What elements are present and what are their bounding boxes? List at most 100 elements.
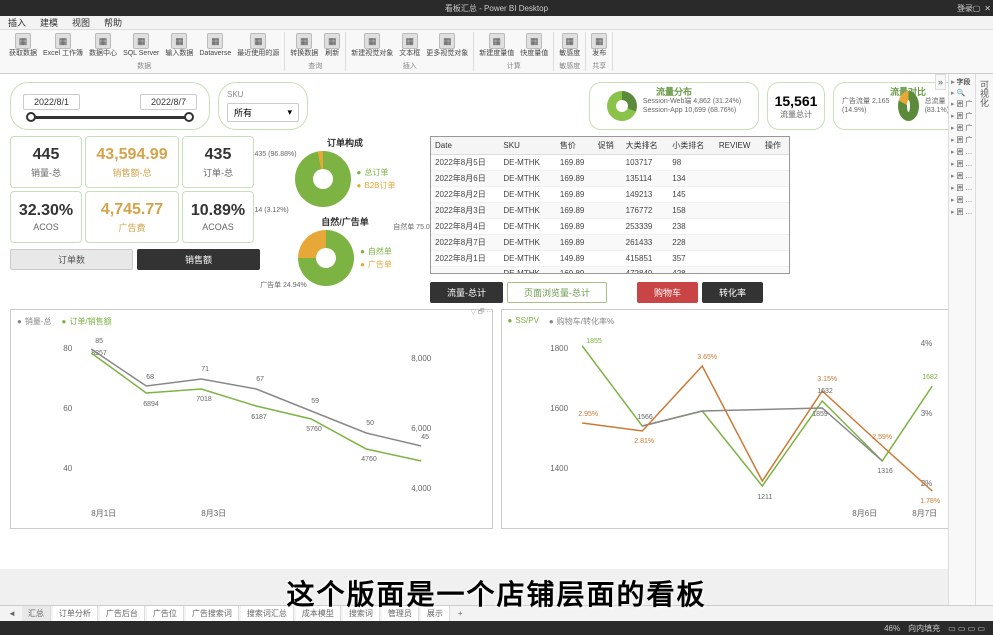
kpi-card: 43,594.99销售额-总 <box>85 136 179 188</box>
traffic-dist-donut <box>607 91 637 121</box>
kpi-grid: 445销量-总43,594.99销售额-总435订单-总32.30%ACOS4,… <box>10 136 260 243</box>
table-row[interactable]: 2022年8月5日DE-MTHK169.8910371798 <box>431 155 789 171</box>
ribbon-button[interactable]: ▦敏感度 <box>558 32 581 58</box>
ribbon-button[interactable]: ▦获取数据 <box>8 32 38 58</box>
field-item[interactable]: 囲 … <box>951 182 973 194</box>
ribbon-group: ▦转换数据▦刷新查询 <box>285 32 346 71</box>
ribbon-button[interactable]: ▦数据中心 <box>88 32 118 58</box>
ribbon-button[interactable]: ▦新建度量值 <box>478 32 515 58</box>
sku-slicer[interactable]: SKU 所有 ▾ <box>218 82 308 130</box>
field-item[interactable]: 囲 广 <box>951 134 973 146</box>
date-range-slicer[interactable]: 2022/8/1 2022/8/7 <box>10 82 210 130</box>
ribbon-group: ▦敏感度敏感度 <box>554 32 586 71</box>
table-header[interactable]: Date <box>431 137 499 155</box>
svg-text:71: 71 <box>201 366 209 373</box>
fit-mode[interactable]: 向内填充 <box>908 623 940 634</box>
field-item[interactable]: 囲 广 <box>951 122 973 134</box>
donut1-chart <box>295 151 351 207</box>
menu-insert[interactable]: 插入 <box>8 16 26 29</box>
field-item[interactable]: 囲 广 <box>951 110 973 122</box>
c1-leg2: 订单/销售额 <box>62 316 112 327</box>
field-item[interactable]: 囲 广 <box>951 98 973 110</box>
field-item[interactable]: 囲 … <box>951 158 973 170</box>
close-button[interactable]: ✕ <box>984 4 991 13</box>
donut1-side2: 14 (3.12%) <box>255 207 289 215</box>
data-table[interactable]: DateSKU售价促销大类排名小类排名REVIEW操作2022年8月5日DE-M… <box>430 136 790 274</box>
seg-cart-btn[interactable]: 购物车 <box>637 282 698 303</box>
seg-conversion-btn[interactable]: 转化率 <box>702 282 763 303</box>
table-header[interactable]: 促销 <box>594 137 622 155</box>
svg-text:4,000: 4,000 <box>411 484 432 493</box>
svg-text:5760: 5760 <box>306 426 322 433</box>
ribbon-button[interactable]: ▦新建视觉对象 <box>350 32 394 58</box>
chart2-svg: 1800 1600 1400 4% 3% 2% 1855 2.95% 1566 … <box>508 331 977 521</box>
ribbon-button[interactable]: ▦刷新 <box>323 32 341 58</box>
ribbon-button[interactable]: ▦Dataverse <box>198 32 232 58</box>
traffic-dist-labels: Session-Web端 4,862 (31.24%) Session-App … <box>643 97 741 115</box>
ribbon-button[interactable]: ▦文本框 <box>398 32 421 58</box>
svg-text:60: 60 <box>63 404 72 413</box>
field-item[interactable]: 囲 … <box>951 206 973 218</box>
maximize-button[interactable]: ▢ <box>973 4 981 13</box>
ribbon-button[interactable]: ▦最近使用的源 <box>236 32 280 58</box>
table-header[interactable]: 售价 <box>556 137 594 155</box>
seg-sales-btn[interactable]: 销售额 <box>137 249 260 270</box>
slider-handle-right[interactable] <box>184 112 194 122</box>
ribbon-button[interactable]: ▦输入数据 <box>164 32 194 58</box>
table-row[interactable]: 2022年8月3日DE-MTHK169.89176772158 <box>431 203 789 219</box>
menu-view[interactable]: 视图 <box>72 16 90 29</box>
table-header[interactable]: REVIEW <box>715 137 761 155</box>
table-header[interactable]: 小类排名 <box>668 137 715 155</box>
svg-text:1600: 1600 <box>550 404 568 413</box>
table-row[interactable]: 2022年8月7日DE-MTHK169.89261433228 <box>431 235 789 251</box>
seg-pageview-btn[interactable]: 页面浏览量-总计 <box>507 282 607 303</box>
seg-traffic-btn[interactable]: 流量-总计 <box>430 282 503 303</box>
prev-page-icon[interactable]: ◄ <box>4 609 20 618</box>
fields-pane[interactable]: 字段 🔍 囲 广 囲 广 囲 广 囲 广 囲 … 囲 … 囲 … 囲 … 囲 …… <box>949 74 975 607</box>
visual-header[interactable]: ▽ 🗗 ⋯ <box>471 308 494 319</box>
table-row[interactable]: 2022年8月2日DE-MTHK169.89149213145 <box>431 187 789 203</box>
page-tab[interactable]: 广告搜索词 <box>186 606 239 621</box>
page-tab[interactable]: 汇总 <box>22 606 51 621</box>
table-row[interactable]: 2022年8月4日DE-MTHK169.89253339238 <box>431 219 789 235</box>
field-item[interactable]: 囲 … <box>951 146 973 158</box>
svg-text:8月7日: 8月7日 <box>912 509 937 518</box>
zoom-level[interactable]: 46% <box>884 624 900 633</box>
menu-help[interactable]: 帮助 <box>104 16 122 29</box>
date-from[interactable]: 2022/8/1 <box>23 94 80 110</box>
table-row[interactable]: DE-MTHK169.89472849428 <box>431 267 789 275</box>
ribbon-button[interactable]: ▦SQL Server <box>122 32 160 58</box>
date-slider-track[interactable] <box>31 116 189 119</box>
search-field[interactable]: 🔍 <box>951 88 973 98</box>
svg-text:45: 45 <box>421 434 429 441</box>
viz-pane-tab[interactable]: 可视化 <box>975 74 993 607</box>
ribbon-button[interactable]: ▦Excel 工作簿 <box>42 32 84 58</box>
kpi-card: 435订单-总 <box>182 136 254 188</box>
seg-orders-btn[interactable]: 订单数 <box>10 249 133 270</box>
menu-modeling[interactable]: 建模 <box>40 16 58 29</box>
ribbon-button[interactable]: ▦发布 <box>590 32 608 58</box>
menu-bar: 插入 建模 视图 帮助 <box>0 16 993 30</box>
sku-dropdown[interactable]: 所有 ▾ <box>227 103 299 122</box>
table-header[interactable]: SKU <box>499 137 555 155</box>
page-tab[interactable]: 广告后台 <box>100 606 145 621</box>
ribbon-button[interactable]: ▦转换数据 <box>289 32 319 58</box>
slider-handle-left[interactable] <box>26 112 36 122</box>
field-item[interactable]: 囲 … <box>951 194 973 206</box>
table-header[interactable]: 操作 <box>761 137 789 155</box>
ribbon-button[interactable]: ▦快度量值 <box>519 32 549 58</box>
date-to[interactable]: 2022/8/7 <box>140 94 197 110</box>
traffic-dist-title: 流量分布 <box>656 85 692 98</box>
minimize-button[interactable]: — <box>961 4 969 13</box>
table-row[interactable]: 2022年8月1日DE-MTHK149.89415851357 <box>431 251 789 267</box>
sales-line-chart[interactable]: ▽ 🗗 ⋯ 销量-总 订单/销售额 80 60 40 8,000 6,000 4… <box>10 309 493 529</box>
collapse-icon[interactable]: » <box>935 74 946 90</box>
conversion-line-chart[interactable]: SS/PV 购物车/转化率% 1800 1600 1400 4% 3% 2% 1… <box>501 309 984 529</box>
ribbon-button[interactable]: ▦更多视觉对象 <box>425 32 469 58</box>
table-row[interactable]: 2022年8月6日DE-MTHK169.89135114134 <box>431 171 789 187</box>
field-item[interactable]: 囲 … <box>951 170 973 182</box>
page-tab[interactable]: 订单分析 <box>53 606 98 621</box>
table-header[interactable]: 大类排名 <box>622 137 669 155</box>
status-icons[interactable]: ▭ ▭ ▭ ▭ <box>948 624 985 633</box>
page-tab[interactable]: 广告位 <box>147 606 184 621</box>
